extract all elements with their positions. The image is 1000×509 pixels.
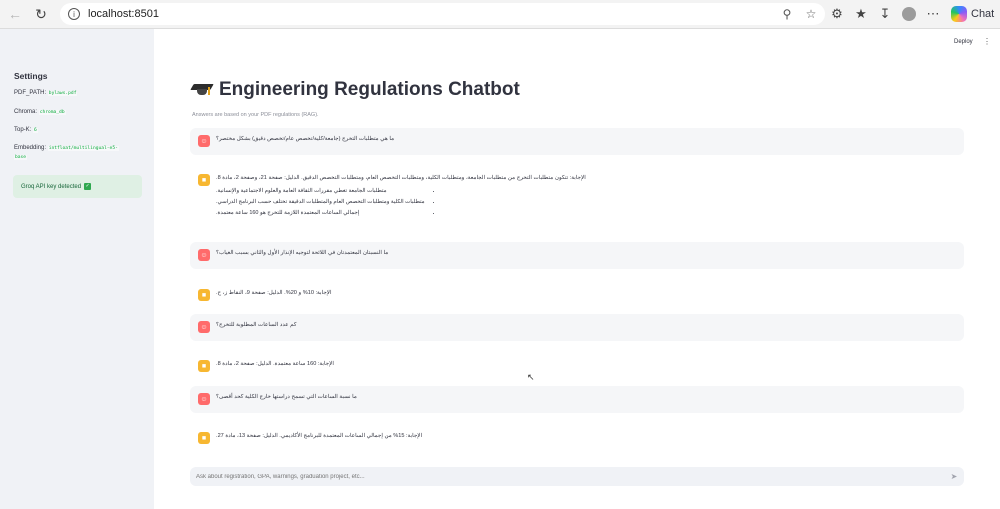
topk-value: 6 <box>33 128 38 133</box>
chroma-label: Chroma: <box>14 109 38 115</box>
chat-message-user: ☺ ما هي متطلبات التخرج (جامعة/كلية/تخصص … <box>190 128 964 155</box>
pdf-path-row: PDF_PATH: bylaws.pdf <box>14 89 78 98</box>
assistant-avatar-icon: ■ <box>198 432 210 444</box>
main-menu-icon[interactable]: ⋮ <box>983 37 991 46</box>
chroma-value: chroma_db <box>38 110 66 115</box>
page-caption: Answers are based on your PDF regulation… <box>192 112 319 118</box>
list-item: متطلبات الكلية ومتطلبات التخصص العام وال… <box>216 197 425 208</box>
user-avatar-icon: ☺ <box>198 135 210 147</box>
url-text: localhost:8501 <box>88 8 159 20</box>
favorite-star-icon[interactable]: ☆ <box>801 4 821 24</box>
embedding-row: Embedding: intfloat/multilingual-e5- bas… <box>14 144 119 162</box>
chat-input-container: ➤ <box>190 467 964 486</box>
chat-message-user: ☺ كم عدد الساعات المطلوبة للتخرج؟ <box>190 314 964 341</box>
message-text: ما النسبتان المعتمدتان في اللائحة لتوجيه… <box>216 250 389 256</box>
message-text: الإجابة: 160 ساعة معتمدة. الدليل: صفحة 2… <box>216 361 334 367</box>
copilot-icon <box>951 6 967 22</box>
answer-bullet-list: متطلبات الجامعة تغطي مقررات الثقافة العا… <box>216 186 425 219</box>
message-text: كم عدد الساعات المطلوبة للتخرج؟ <box>216 322 297 328</box>
user-avatar-icon: ☺ <box>198 321 210 333</box>
mouse-cursor-icon: ↖ <box>527 372 535 382</box>
embedding-value-line1: intfloat/multilingual-e5- <box>47 146 119 151</box>
assistant-avatar-icon: ■ <box>198 289 210 301</box>
copilot-chat-button[interactable]: Chat <box>951 6 994 22</box>
sidebar-title: Settings <box>14 71 48 81</box>
message-text: الإجابة: تتكون متطلبات التخرج من متطلبات… <box>216 175 586 181</box>
user-avatar-icon: ☺ <box>198 249 210 261</box>
message-text: ما هي متطلبات التخرج (جامعة/كلية/تخصص عا… <box>216 136 395 142</box>
alert-text: Groq API key detected <box>21 183 82 190</box>
embedding-label: Embedding: <box>14 145 47 151</box>
deploy-button[interactable]: Deploy <box>954 39 973 45</box>
embedding-value-line2: base <box>14 155 28 160</box>
topk-row: Top-K: 6 <box>14 126 38 135</box>
browser-toolbar: ← ↻ i localhost:8501 ⚲ ☆ ⚙ ★ ↧ ⋯ Chat <box>0 0 1000 29</box>
sidebar: Settings PDF_PATH: bylaws.pdf Chroma: ch… <box>0 29 154 509</box>
chat-input[interactable] <box>196 473 944 480</box>
message-text: الإجابة: 10% و 20%. الدليل: صفحة 9، النق… <box>216 290 332 296</box>
assistant-avatar-icon: ■ <box>198 174 210 186</box>
pdf-path-value: bylaws.pdf <box>47 91 78 96</box>
chat-message-user: ☺ ما نسبة الساعات التي تسمح دراستها خارج… <box>190 386 964 413</box>
more-menu-icon[interactable]: ⋯ <box>921 2 945 26</box>
topk-label: Top-K: <box>14 127 32 133</box>
pdf-path-label: PDF_PATH: <box>14 90 47 96</box>
groq-key-alert: Groq API key detected ✓ <box>13 175 142 198</box>
page-title: Engineering Regulations Chatbot <box>190 79 520 101</box>
zoom-icon[interactable]: ⚲ <box>777 4 797 24</box>
chat-message-user: ☺ ما النسبتان المعتمدتان في اللائحة لتوج… <box>190 242 964 269</box>
message-text: الإجابة: 15% من إجمالي الساعات المعتمدة … <box>216 433 423 439</box>
main-area: Deploy ⋮ Engineering Regulations Chatbot… <box>154 29 1000 509</box>
page-title-text: Engineering Regulations Chatbot <box>219 79 520 100</box>
downloads-icon[interactable]: ↧ <box>873 2 897 26</box>
reload-icon[interactable]: ↻ <box>30 3 52 25</box>
list-item: متطلبات الجامعة تغطي مقررات الثقافة العا… <box>216 186 425 197</box>
profile-avatar[interactable] <box>897 2 921 26</box>
chat-message-assistant: ■ الإجابة: 160 ساعة معتمدة. الدليل: صفحة… <box>190 353 964 380</box>
chat-message-assistant: ■ الإجابة: 15% من إجمالي الساعات المعتمد… <box>190 425 964 452</box>
user-avatar-icon: ☺ <box>198 393 210 405</box>
check-icon: ✓ <box>84 183 92 190</box>
site-info-icon[interactable]: i <box>68 8 80 20</box>
extensions-icon[interactable]: ⚙ <box>825 2 849 26</box>
graduation-cap-icon <box>190 82 214 98</box>
list-item: إجمالي الساعات المعتمدة اللازمة للتخرج ه… <box>216 208 425 219</box>
assistant-avatar-icon: ■ <box>198 360 210 372</box>
message-text: ما نسبة الساعات التي تسمح دراستها خارج ا… <box>216 394 357 400</box>
send-icon[interactable]: ➤ <box>944 472 964 481</box>
chat-message-assistant: ■ الإجابة: تتكون متطلبات التخرج من متطلب… <box>190 167 964 237</box>
chat-label: Chat <box>971 8 995 20</box>
chroma-row: Chroma: chroma_db <box>14 108 66 117</box>
back-icon[interactable]: ← <box>4 3 26 25</box>
address-bar[interactable]: i localhost:8501 ⚲ ☆ <box>60 3 825 25</box>
chat-message-assistant: ■ الإجابة: 10% و 20%. الدليل: صفحة 9، ال… <box>190 282 964 309</box>
favorites-icon[interactable]: ★ <box>849 2 873 26</box>
